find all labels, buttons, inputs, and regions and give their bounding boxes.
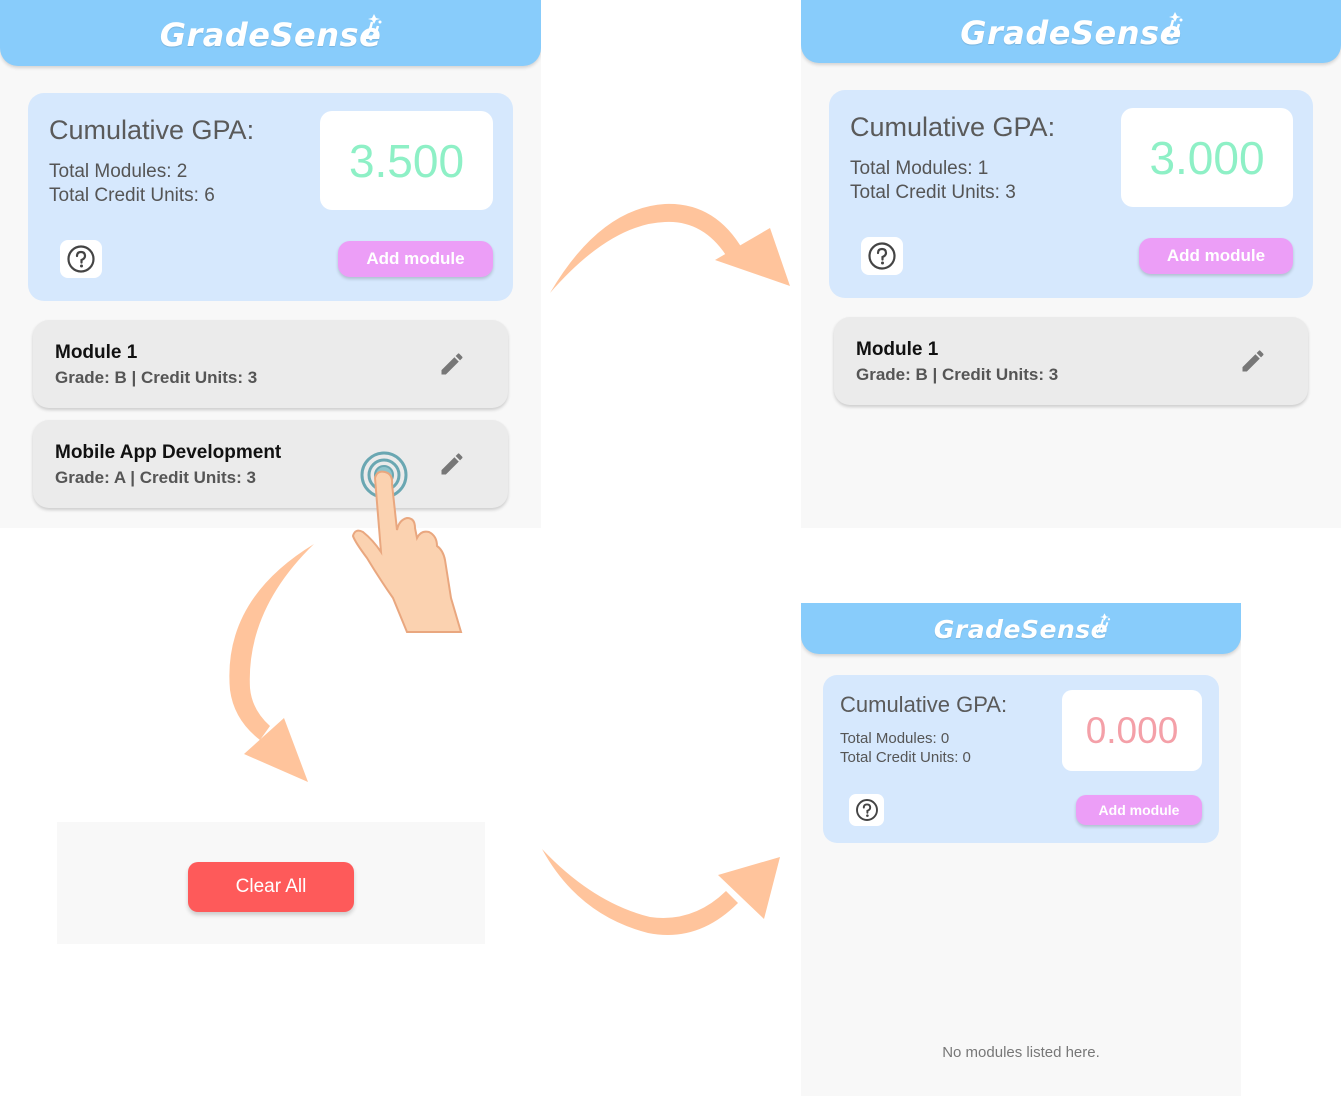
app-logo: GradeSense xyxy=(801,12,1341,52)
gpa-value-box: 3.500 xyxy=(320,111,493,210)
sparkle-icon xyxy=(1163,12,1183,39)
help-icon xyxy=(868,242,896,270)
clear-all-button[interactable]: Clear All xyxy=(188,862,354,912)
help-button[interactable] xyxy=(60,240,102,278)
gpa-title: Cumulative GPA: xyxy=(840,692,1008,717)
gpa-card: Cumulative GPA: Total Modules: 2 Total C… xyxy=(28,93,513,301)
screen-empty: GradeSense Cumulative GPA: Total Modules… xyxy=(801,603,1241,1096)
help-icon xyxy=(67,245,95,273)
screen-one-module: GradeSense Cumulative GPA: Total Modules… xyxy=(801,0,1341,528)
gpa-value: 3.000 xyxy=(1149,131,1265,184)
gpa-card: Cumulative GPA: Total Modules: 1 Total C… xyxy=(829,90,1313,298)
add-module-button[interactable]: Add module xyxy=(338,241,493,277)
app-header: GradeSense xyxy=(801,0,1341,63)
module-name: Module 1 xyxy=(55,342,138,363)
sparkle-icon xyxy=(362,14,382,41)
total-credit-units: Total Credit Units: 6 xyxy=(49,185,215,206)
help-button[interactable] xyxy=(861,237,903,275)
app-logo: GradeSense xyxy=(0,14,541,54)
gpa-value: 3.500 xyxy=(348,134,465,187)
total-modules: Total Modules: 0 xyxy=(840,730,950,747)
curved-arrow-icon xyxy=(229,544,314,782)
module-info: Grade: A | Credit Units: 3 xyxy=(55,468,256,487)
sparkle-icon xyxy=(1096,613,1111,634)
total-credit-units: Total Credit Units: 0 xyxy=(840,749,971,766)
add-module-button[interactable]: Add module xyxy=(1139,238,1293,274)
gpa-value: 0.000 xyxy=(1085,709,1179,751)
gpa-value-box: 0.000 xyxy=(1062,690,1202,771)
help-button[interactable] xyxy=(849,794,884,826)
gpa-title: Cumulative GPA: xyxy=(850,112,1056,142)
total-modules: Total Modules: 1 xyxy=(850,158,989,179)
empty-state-message: No modules listed here. xyxy=(942,1044,1100,1061)
app-header: GradeSense xyxy=(801,603,1241,654)
app-logo: GradeSense xyxy=(801,613,1241,644)
gpa-card: Cumulative GPA: Total Modules: 0 Total C… xyxy=(823,675,1219,843)
app-logo-text: GradeSense xyxy=(159,16,382,54)
total-modules: Total Modules: 2 xyxy=(49,161,188,182)
module-name: Mobile App Development xyxy=(55,442,282,463)
add-module-button[interactable]: Add module xyxy=(1076,795,1202,825)
module-card[interactable]: Module 1 Grade: B | Credit Units: 3 xyxy=(33,320,508,408)
gpa-value-box: 3.000 xyxy=(1121,108,1293,207)
pencil-icon[interactable] xyxy=(438,350,466,378)
module-info: Grade: B | Credit Units: 3 xyxy=(55,368,258,387)
help-icon xyxy=(855,799,878,821)
pencil-icon[interactable] xyxy=(1239,347,1267,375)
module-card[interactable]: Module 1 Grade: B | Credit Units: 3 xyxy=(834,317,1308,405)
module-info: Grade: B | Credit Units: 3 xyxy=(856,365,1059,384)
app-header: GradeSense xyxy=(0,0,541,66)
curved-arrow-icon xyxy=(542,849,780,935)
app-logo-text: GradeSense xyxy=(933,615,1109,644)
tap-gesture-icon xyxy=(351,451,463,633)
clear-all-panel: Clear All xyxy=(57,822,485,944)
total-credit-units: Total Credit Units: 3 xyxy=(850,182,1016,203)
module-name: Module 1 xyxy=(856,339,939,360)
curved-arrow-icon xyxy=(550,203,790,293)
app-logo-text: GradeSense xyxy=(960,14,1182,52)
gpa-title: Cumulative GPA: xyxy=(49,115,255,145)
